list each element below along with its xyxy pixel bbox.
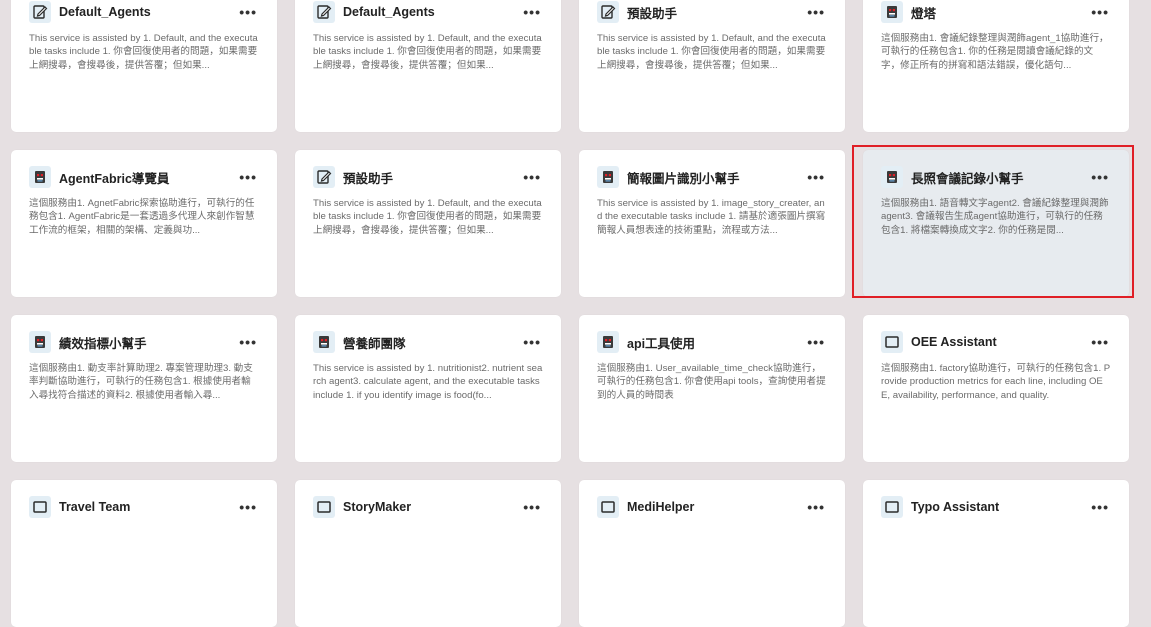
agent-description: 這個服務由1. User_available_time_check協助進行，可執… xyxy=(597,363,826,401)
agent-description: 這個服務由1. 語音轉文字agent2. 會議紀錄整理與潤飾agent3. 會議… xyxy=(881,198,1109,236)
more-options-button[interactable]: ••• xyxy=(237,500,259,514)
agent-card[interactable]: Travel Team ••• xyxy=(11,480,277,627)
window-icon xyxy=(29,496,51,518)
agent-card[interactable]: OEE Assistant ••• 這個服務由1. factory協助進行，可執行的… xyxy=(863,315,1129,462)
agent-name: 預設助手 xyxy=(343,171,394,186)
notepad-icon xyxy=(313,166,335,188)
more-options-button[interactable]: ••• xyxy=(237,5,259,19)
agent-card[interactable]: Default_Agents ••• This service is assiste… xyxy=(295,0,561,132)
agent-name: api工具使用 xyxy=(627,336,696,351)
agent-card[interactable]: 簡報圖片識別小幫手 ••• This service is assisted by … xyxy=(579,150,845,297)
agent-name: Typo Assistant xyxy=(911,500,1000,514)
window-icon xyxy=(881,496,903,518)
card-header: 營養師團隊 ••• xyxy=(313,331,543,353)
notepad-icon xyxy=(29,1,51,23)
agent-description: 這個服務由1. factory協助進行，可執行的任務包含1. Provide p… xyxy=(881,363,1111,401)
agent-name: 長照會議記錄小幫手 xyxy=(911,171,1024,186)
agent-description: This service is assisted by 1. Default, … xyxy=(313,198,542,236)
more-options-button[interactable]: ••• xyxy=(1089,500,1111,514)
more-options-button[interactable]: ••• xyxy=(1089,170,1111,184)
card-header: Default_Agents ••• xyxy=(29,1,259,23)
agent-description: This service is assisted by 1. Default, … xyxy=(313,33,542,71)
more-options-button[interactable]: ••• xyxy=(805,500,827,514)
robot-icon xyxy=(597,331,619,353)
agent-description: 這個服務由1. AgnetFabric探索協助進行，可執行的任務包含1. Age… xyxy=(29,198,255,236)
agent-description: 這個服務由1. 動支率計算助理2. 專案管理助理3. 動支率判斷協助進行，可執行… xyxy=(29,363,253,401)
more-options-button[interactable]: ••• xyxy=(237,335,259,349)
agent-card[interactable]: 績效指標小幫手 ••• 這個服務由1. 動支率計算助理2. 專案管理助理3. 動支率… xyxy=(11,315,277,462)
card-header: Typo Assistant ••• xyxy=(881,496,1111,518)
agent-name: 燈塔 xyxy=(911,6,937,21)
agent-card[interactable]: MediHelper ••• xyxy=(579,480,845,627)
agent-card[interactable]: Typo Assistant ••• xyxy=(863,480,1129,627)
agent-card[interactable]: Default_Agents ••• This service is assiste… xyxy=(11,0,277,132)
card-header: MediHelper ••• xyxy=(597,496,827,518)
agent-description: This service is assisted by 1. nutrition… xyxy=(313,363,543,401)
card-header: api工具使用 ••• xyxy=(597,331,827,353)
robot-icon xyxy=(29,331,51,353)
card-header: OEE Assistant ••• xyxy=(881,331,1111,353)
more-options-button[interactable]: ••• xyxy=(521,335,543,349)
card-header: 預設助手 ••• xyxy=(597,1,827,23)
card-header: 績效指標小幫手 ••• xyxy=(29,331,259,353)
card-header: Travel Team ••• xyxy=(29,496,259,518)
agent-card-grid: Default_Agents ••• This service is assiste… xyxy=(11,0,1129,627)
agent-name: Default_Agents xyxy=(343,5,435,19)
agent-card[interactable]: api工具使用 ••• 這個服務由1. User_available_time_ch… xyxy=(579,315,845,462)
agent-name: StoryMaker xyxy=(343,500,412,514)
agent-name: 預設助手 xyxy=(627,6,678,21)
more-options-button[interactable]: ••• xyxy=(521,170,543,184)
agent-card[interactable]: 預設助手 ••• This service is assisted by 1. De… xyxy=(295,150,561,297)
agent-description: 這個服務由1. 會議紀錄整理與潤飾agent_1協助進行，可執行的任務包含1. … xyxy=(881,33,1109,71)
agent-name: 簡報圖片識別小幫手 xyxy=(627,171,740,186)
more-options-button[interactable]: ••• xyxy=(1089,335,1111,349)
card-header: AgentFabric導覽員 ••• xyxy=(29,166,259,188)
agent-card[interactable]: 預設助手 ••• This service is assisted by 1. De… xyxy=(579,0,845,132)
window-icon xyxy=(881,331,903,353)
more-options-button[interactable]: ••• xyxy=(1089,5,1111,19)
card-header: 長照會議記錄小幫手 ••• xyxy=(881,166,1111,188)
more-options-button[interactable]: ••• xyxy=(805,335,827,349)
card-header: 簡報圖片識別小幫手 ••• xyxy=(597,166,827,188)
robot-icon xyxy=(29,166,51,188)
agent-card[interactable]: StoryMaker ••• xyxy=(295,480,561,627)
more-options-button[interactable]: ••• xyxy=(805,5,827,19)
more-options-button[interactable]: ••• xyxy=(805,170,827,184)
robot-icon xyxy=(881,1,903,23)
more-options-button[interactable]: ••• xyxy=(521,500,543,514)
agent-name: AgentFabric導覽員 xyxy=(59,171,170,186)
more-options-button[interactable]: ••• xyxy=(521,5,543,19)
card-header: 燈塔 ••• xyxy=(881,1,1111,23)
robot-icon xyxy=(313,331,335,353)
notepad-icon xyxy=(597,1,619,23)
agent-name: 營養師團隊 xyxy=(343,336,406,351)
card-header: StoryMaker ••• xyxy=(313,496,543,518)
agent-name: Travel Team xyxy=(59,500,131,514)
window-icon xyxy=(313,496,335,518)
agent-card[interactable]: 長照會議記錄小幫手 ••• 這個服務由1. 語音轉文字agent2. 會議紀錄整理與… xyxy=(863,150,1129,297)
robot-icon xyxy=(597,166,619,188)
window-icon xyxy=(597,496,619,518)
agent-name: MediHelper xyxy=(627,500,695,514)
agent-card[interactable]: 營養師團隊 ••• This service is assisted by 1. n… xyxy=(295,315,561,462)
agent-description: This service is assisted by 1. Default, … xyxy=(29,33,258,71)
card-header: 預設助手 ••• xyxy=(313,166,543,188)
agent-name: OEE Assistant xyxy=(911,335,997,349)
notepad-icon xyxy=(313,1,335,23)
card-header: Default_Agents ••• xyxy=(313,1,543,23)
agent-description: This service is assisted by 1. image_sto… xyxy=(597,198,826,236)
agent-name: 績效指標小幫手 xyxy=(59,336,147,351)
agent-name: Default_Agents xyxy=(59,5,151,19)
more-options-button[interactable]: ••• xyxy=(237,170,259,184)
agent-card[interactable]: 燈塔 ••• 這個服務由1. 會議紀錄整理與潤飾agent_1協助進行，可執行的任務… xyxy=(863,0,1129,132)
agent-description: This service is assisted by 1. Default, … xyxy=(597,33,826,71)
agent-card[interactable]: AgentFabric導覽員 ••• 這個服務由1. AgnetFabric探索協助… xyxy=(11,150,277,297)
robot-icon xyxy=(881,166,903,188)
